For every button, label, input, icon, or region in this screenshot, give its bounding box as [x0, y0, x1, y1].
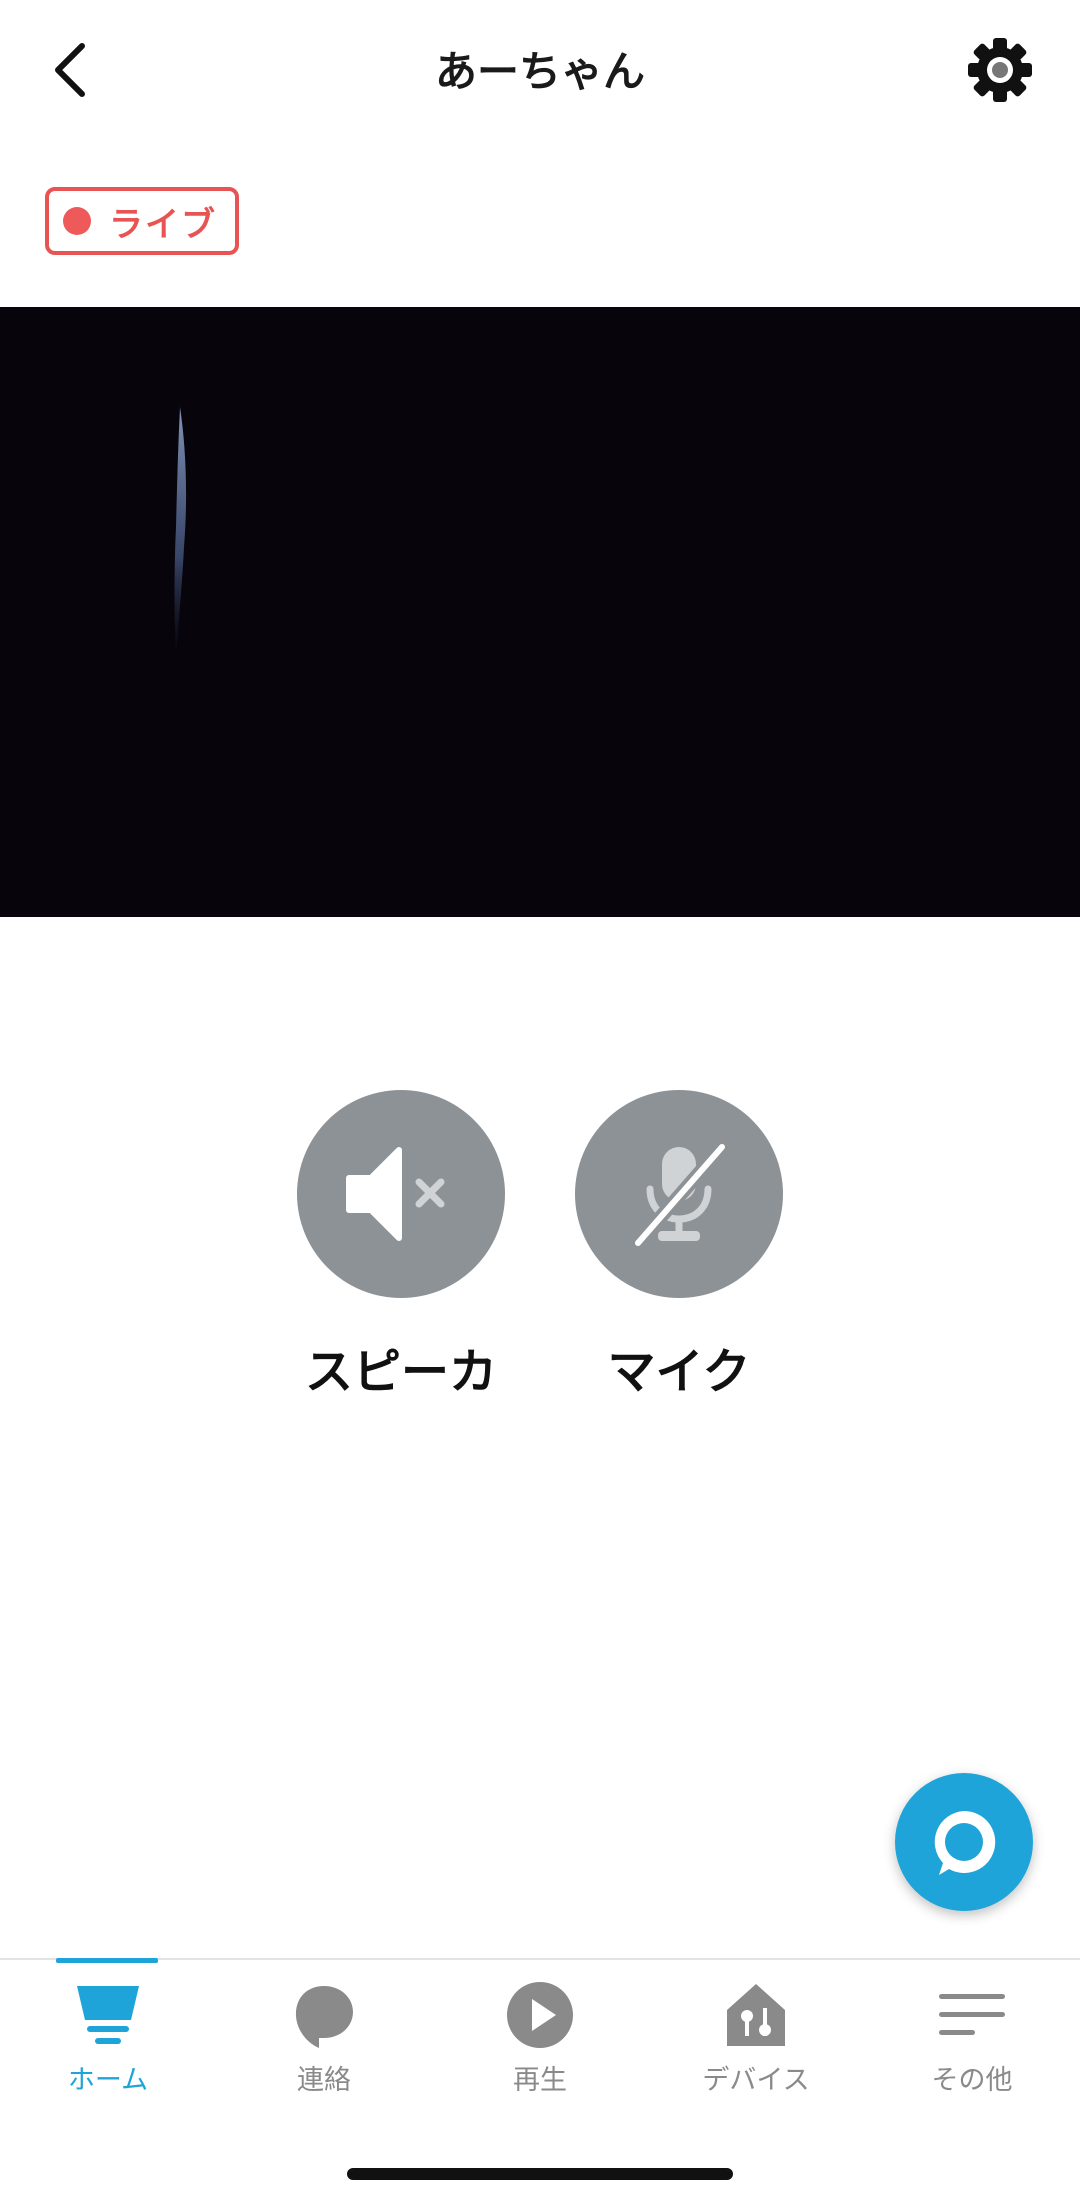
page-title: あーちゃん [434, 47, 645, 96]
alexa-button[interactable] [895, 1773, 1033, 1911]
video-light-streak [174, 407, 187, 657]
chat-bubble-icon [289, 1980, 359, 2050]
play-icon [505, 1980, 575, 2050]
speaker-control: スピーカ [297, 1090, 505, 1402]
nav-item-play[interactable]: 再生 [432, 1960, 648, 2100]
nav-item-contacts[interactable]: 連絡 [216, 1960, 432, 2100]
home-indicator-bar[interactable] [347, 2168, 733, 2180]
home-icon [73, 1980, 143, 2050]
nav-item-more[interactable]: その他 [864, 1960, 1080, 2100]
nav-label-devices: デバイス [702, 2065, 810, 2096]
mic-control: マイク [575, 1090, 783, 1402]
live-dot-icon [63, 207, 91, 235]
menu-lines-icon [937, 1980, 1007, 2050]
nav-label-play: 再生 [513, 2065, 567, 2096]
speaker-label: スピーカ [304, 1344, 497, 1400]
mic-muted-icon [631, 1140, 729, 1249]
alexa-ring-icon [934, 1810, 996, 1875]
live-badge-label: ライブ [109, 204, 217, 245]
nav-label-contacts: 連絡 [297, 2065, 351, 2096]
mic-label: マイク [607, 1344, 751, 1400]
nav-label-home: ホーム [67, 2065, 149, 2096]
nav-label-more: その他 [931, 2065, 1013, 2096]
live-badge: ライブ [45, 187, 239, 255]
devices-house-icon [721, 1980, 791, 2050]
mic-button[interactable] [575, 1090, 783, 1298]
header: あーちゃん [0, 0, 1080, 150]
speaker-muted-icon [346, 1147, 445, 1241]
nav-item-devices[interactable]: デバイス [648, 1960, 864, 2100]
settings-button[interactable] [960, 30, 1040, 110]
nav-item-home[interactable]: ホーム [0, 1960, 216, 2100]
speaker-button[interactable] [297, 1090, 505, 1298]
camera-video-feed[interactable] [0, 307, 1080, 917]
live-view-screen: あーちゃん ライブ スピーカ マイク ホーム 連絡 再生 デバイス その他 [0, 0, 1080, 2204]
gear-icon [968, 38, 1032, 102]
